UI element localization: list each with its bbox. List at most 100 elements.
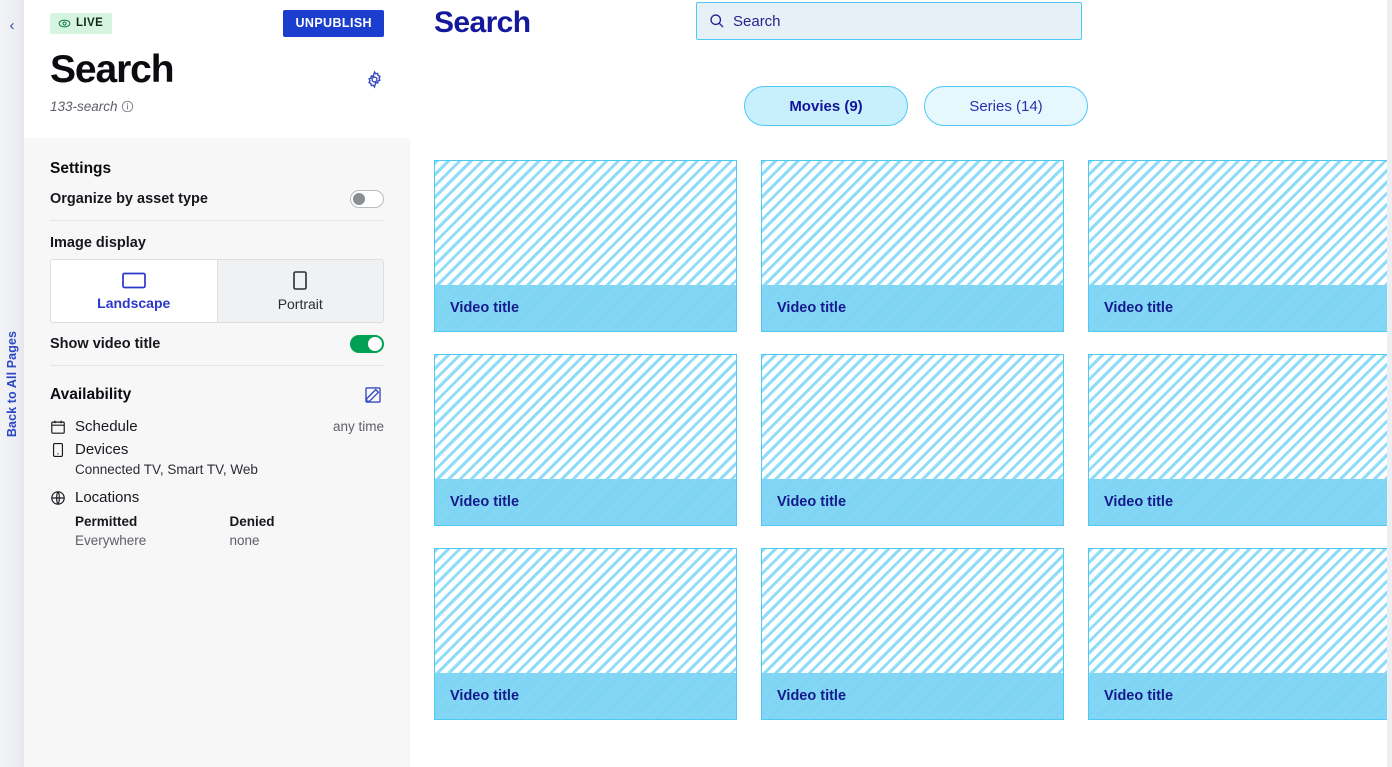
eye-icon [58,19,71,27]
organize-by-asset-type-row: Organize by asset type [50,178,384,221]
video-card[interactable]: Video title [434,548,737,720]
panel-status-row: LIVE UNPUBLISH [50,9,384,37]
video-card-title: Video title [1104,300,1174,316]
video-thumbnail-placeholder [762,549,1063,673]
video-card[interactable]: Video title [761,160,1064,332]
search-input[interactable]: Search [696,2,1082,40]
availability-devices-row: Devices [50,437,384,460]
image-display-label: Image display [50,235,146,251]
locations-permitted-column: Permitted Everywhere [75,514,230,548]
video-card-title-bar: Video title [1089,285,1390,331]
video-card-title: Video title [777,688,847,704]
video-card-title: Video title [777,300,847,316]
availability-locations-grid: Permitted Everywhere Denied none [50,508,384,548]
back-to-all-pages-button[interactable]: Back to All Pages [0,0,24,767]
image-display-option-landscape[interactable]: Landscape [51,260,217,322]
video-thumbnail-placeholder [762,355,1063,479]
video-card-title: Video title [777,494,847,510]
organize-by-asset-type-label: Organize by asset type [50,191,208,207]
tab-movies-label: Movies (9) [789,97,863,115]
image-display-option-portrait[interactable]: Portrait [218,260,384,322]
unpublish-button[interactable]: UNPUBLISH [283,9,384,37]
left-rail: ‹ Back to All Pages [0,0,24,767]
video-card-title: Video title [1104,494,1174,510]
page-slug-text: 133-search [50,98,118,114]
page-slug: 133-search [50,99,384,114]
video-thumbnail-placeholder [1089,355,1390,479]
video-card[interactable]: Video title [761,548,1064,720]
availability-locations-key: Locations [50,489,139,506]
settings-heading: Settings [50,160,112,177]
availability-schedule-value: any time [332,419,384,434]
video-card[interactable]: Video title [434,354,737,526]
availability-schedule-key: Schedule [50,418,138,435]
preview-header: Search Search [434,0,1392,40]
video-card[interactable]: Video title [1088,354,1391,526]
video-card-title: Video title [450,494,520,510]
edit-pencil-icon[interactable] [362,384,384,406]
locations-permitted-value: Everywhere [75,533,147,548]
video-thumbnail-placeholder [1089,161,1390,285]
availability-devices-label: Devices [75,441,129,458]
calendar-icon [51,420,65,434]
video-card-title: Video title [450,300,520,316]
video-card[interactable]: Video title [761,354,1064,526]
image-display-option-portrait-label: Portrait [277,295,323,312]
locations-denied-column: Denied none [230,514,385,548]
locations-denied-header: Denied [229,514,275,529]
locations-permitted-header: Permitted [75,514,138,529]
video-card-title-bar: Video title [1089,479,1390,525]
preview-tabs: Movies (9) Series (14) [434,86,1392,126]
video-card-title-bar: Video title [435,673,736,719]
status-badge-label: LIVE [76,17,104,29]
image-display-option-landscape-label: Landscape [97,294,171,311]
video-card-title-bar: Video title [762,479,1063,525]
back-to-all-pages-label: Back to All Pages [5,330,20,437]
video-card[interactable]: Video title [434,160,737,332]
show-video-title-toggle[interactable] [350,335,384,353]
globe-icon [51,490,65,505]
toggle-knob [368,337,382,351]
video-card-grid: Video title Video title Video title Vide… [434,160,1392,720]
video-card[interactable]: Video title [1088,548,1391,720]
panel-body: Settings Organize by asset type Image di… [24,138,410,767]
organize-by-asset-type-toggle[interactable] [350,190,384,208]
show-video-title-row: Show video title [50,323,384,366]
video-card-title-bar: Video title [435,479,736,525]
availability-locations-row: Locations [50,485,384,508]
page-settings-panel: LIVE UNPUBLISH Search 133-search Setting… [24,0,432,767]
video-card-title-bar: Video title [762,285,1063,331]
page-preview: Search Search Movies (9) Series (14) Vid… [410,0,1392,767]
availability-devices-key: Devices [50,441,128,458]
preview-title: Search [434,6,531,39]
landscape-rect-icon [121,272,146,288]
locations-denied-value: none [229,533,260,548]
video-thumbnail-placeholder [1089,549,1390,673]
tab-movies[interactable]: Movies (9) [744,86,908,126]
tab-series[interactable]: Series (14) [924,86,1088,126]
video-card-title-bar: Video title [435,285,736,331]
page-title: Search [50,48,175,91]
availability-schedule-label: Schedule [75,418,138,435]
info-icon[interactable] [121,100,134,113]
video-thumbnail-placeholder [435,161,736,285]
toggle-knob [353,193,365,205]
availability-heading: Availability [50,386,132,403]
show-video-title-label: Show video title [50,336,161,352]
panel-header: LIVE UNPUBLISH Search 133-search [24,0,410,138]
device-icon [52,442,64,457]
video-thumbnail-placeholder [435,549,736,673]
availability-schedule-row: Schedule any time [50,414,384,437]
search-icon [710,14,724,28]
portrait-rect-icon [293,270,308,290]
video-card[interactable]: Video title [1088,160,1391,332]
video-card-title-bar: Video title [1089,673,1390,719]
video-card-title-bar: Video title [762,673,1063,719]
video-card-title: Video title [1104,688,1174,704]
availability-header: Availability [50,366,384,414]
preview-scrollbar[interactable] [1387,0,1392,767]
gear-icon[interactable] [361,66,388,93]
search-input-placeholder: Search [733,12,781,30]
video-thumbnail-placeholder [762,161,1063,285]
preview-search-wrap: Search [696,2,1082,40]
